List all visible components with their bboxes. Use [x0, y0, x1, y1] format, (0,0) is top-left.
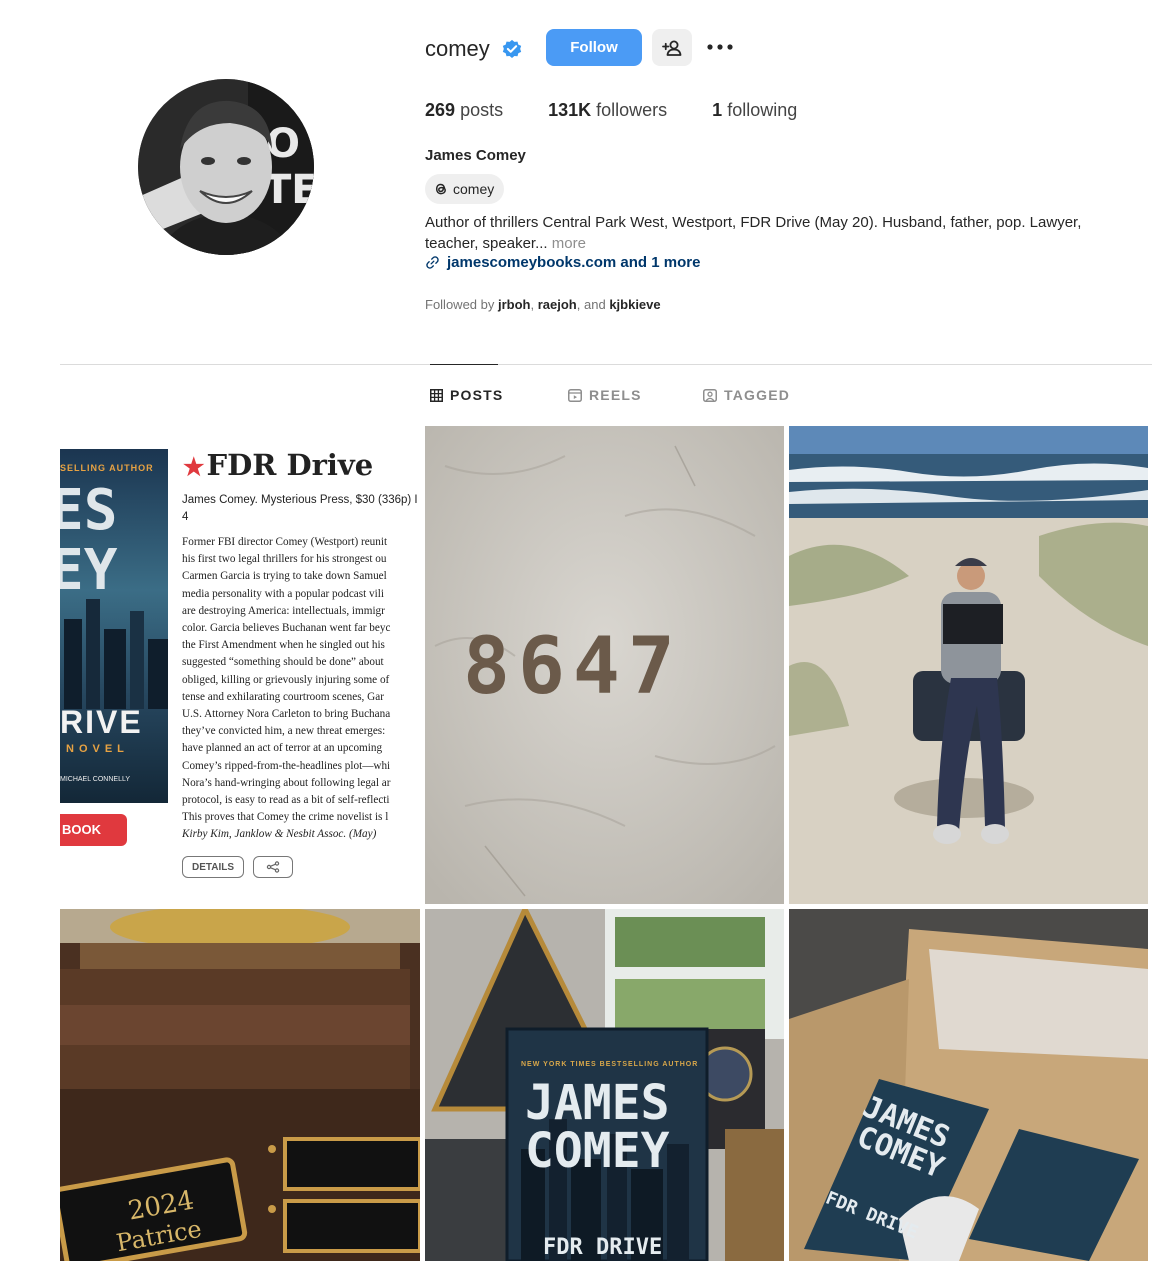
review-meta: James Comey. Mysterious Press, $30 (336p… — [182, 492, 418, 526]
post-book-desk[interactable]: NEW YORK TIMES BESTSELLING AUTHOR JAMES … — [425, 909, 784, 1261]
tab-reels-label: REELS — [589, 387, 642, 403]
followed-by[interactable]: Followed by jrboh, raejoh, and kjbkieve — [425, 297, 661, 312]
review-meta-line-2: 4 — [182, 511, 189, 523]
more-options-button[interactable] — [704, 33, 736, 61]
bio-line-1: Author of thrillers Central Park West, W… — [425, 214, 1082, 231]
followers-stat[interactable]: 131K followers — [548, 100, 667, 121]
active-tab-indicator — [430, 364, 498, 365]
review-line: This proves that Comey the crime novelis… — [182, 811, 389, 824]
review-agent-line: Kirby Kim, Janklow & Nesbit Assoc. (May) — [182, 828, 377, 841]
review-line: Former FBI director Comey (Westport) reu… — [182, 536, 388, 548]
threads-handle: comey — [453, 181, 495, 197]
review-share-button — [253, 856, 293, 878]
trophy-photo — [60, 909, 420, 1261]
review-title: ★FDR Drive — [183, 448, 373, 482]
followed-by-user-3: kjbkieve — [609, 297, 661, 312]
verified-badge-icon — [502, 39, 522, 58]
external-link[interactable]: jamescomeybooks.com and 1 more — [425, 254, 700, 271]
star-icon: ★ — [183, 452, 205, 481]
tab-posts-label: POSTS — [450, 387, 504, 403]
review-title-text: FDR Drive — [206, 448, 374, 482]
post-beach-reading[interactable] — [789, 426, 1148, 904]
tagged-icon — [703, 388, 717, 402]
review-line: Nora’s hand-wringing about following leg… — [182, 776, 391, 789]
review-line: color. Garcia believes Buchanan went far… — [182, 622, 391, 635]
bio-line-2: teacher, speaker... — [425, 235, 548, 252]
review-line: they’ve convicted him, a new threat emer… — [182, 725, 386, 738]
cover-blurb-text: MICHAEL CONNELLY — [60, 776, 131, 783]
post-sand-numbers[interactable]: 8647 — [425, 426, 784, 904]
followers-count: 131K — [548, 100, 592, 120]
posts-label: posts — [460, 100, 504, 120]
external-link-text: jamescomeybooks.com and 1 more — [447, 254, 701, 271]
following-count: 1 — [712, 100, 723, 120]
post-trophy-plaque[interactable]: 2024 Patrice — [60, 909, 420, 1261]
follow-button[interactable]: Follow — [546, 29, 642, 66]
cover-name-line-2: EY — [60, 538, 118, 603]
cover-subtitle-text: NOVEL — [66, 743, 129, 755]
followed-by-user-2: raejoh — [537, 297, 577, 312]
reels-icon — [568, 388, 582, 402]
profile-bio: Author of thrillers Central Park West, W… — [425, 212, 1145, 254]
book-author-line-2: COMEY — [525, 1123, 670, 1179]
grid-icon — [430, 388, 443, 402]
tabs-divider — [60, 364, 1152, 365]
book-title-text: FDR DRIVE — [543, 1235, 663, 1260]
suggested-accounts-button[interactable] — [652, 29, 692, 66]
review-line: obliged, killing or grievously injuring … — [182, 673, 390, 686]
tab-tagged[interactable]: TAGGED — [703, 387, 790, 403]
review-line: suggested “something should be done” abo… — [182, 656, 384, 669]
followers-label: followers — [596, 100, 668, 120]
book-top-text: NEW YORK TIMES BESTSELLING AUTHOR — [521, 1061, 699, 1068]
profile-avatar[interactable]: O TE — [138, 79, 314, 255]
more-dots-icon — [707, 44, 733, 50]
add-person-icon — [662, 40, 682, 56]
review-body: Former FBI director Comey (Westport) reu… — [182, 534, 420, 844]
tab-reels[interactable]: REELS — [568, 387, 642, 403]
cover-skyline — [64, 599, 168, 709]
review-line: the First Amendment when he singled out … — [182, 639, 385, 652]
following-label: following — [727, 100, 798, 120]
post-book-box[interactable]: JAMES COMEY FDR DRIVE — [789, 909, 1148, 1261]
review-line: protocol, is easy to read as a bit of se… — [182, 794, 390, 807]
following-stat[interactable]: 1 following — [712, 100, 797, 121]
cover-title-text: RIVE — [60, 704, 143, 740]
review-line: Carmen Garcia is trying to take down Sam… — [182, 570, 387, 583]
followed-by-user-1: jrboh — [498, 297, 531, 312]
posts-count: 269 — [425, 100, 456, 120]
book-cover-image: SELLING AUTHOR ES EY RIVE NOVEL MICHAEL … — [60, 449, 168, 803]
review-line: media personality with a popular podcast… — [182, 587, 384, 600]
threads-link[interactable]: comey — [425, 174, 505, 204]
tab-posts[interactable]: POSTS — [430, 387, 503, 403]
followed-by-prefix: Followed by — [425, 297, 495, 312]
review-line: U.S. Attorney Nora Carleton to bring Buc… — [182, 708, 391, 721]
review-line: tense and exhilarating courtroom scenes,… — [182, 690, 384, 703]
review-meta-line-1: James Comey. Mysterious Press, $30 (336p… — [182, 494, 418, 506]
cover-name-line-1: ES — [60, 478, 118, 543]
followed-by-and: and — [583, 297, 606, 312]
profile-full-name: James Comey — [425, 147, 526, 164]
review-details-button: DETAILS — [182, 856, 244, 878]
link-icon — [426, 256, 439, 269]
review-line: Comey’s ripped-from-the-headlines plot—w… — [182, 759, 391, 772]
review-line: have planned an act of terror at an upco… — [182, 742, 383, 755]
cover-top-text: SELLING AUTHOR — [60, 463, 154, 473]
sand-digits-text: 8647 — [463, 622, 683, 712]
tab-tagged-label: TAGGED — [724, 387, 791, 403]
profile-stats: 269 posts 131K followers 1 following — [425, 100, 842, 121]
profile-username: comey — [425, 36, 490, 61]
buy-book-button: BOOK — [60, 814, 127, 846]
bio-more-link[interactable]: more — [552, 235, 586, 252]
posts-stat: 269 posts — [425, 100, 503, 121]
post-review-fdr-drive[interactable]: SELLING AUTHOR ES EY RIVE NOVEL MICHAEL … — [60, 426, 420, 904]
beach-photo — [789, 426, 1148, 904]
threads-icon — [435, 183, 446, 195]
share-icon — [266, 861, 280, 873]
review-line: are destroying America: intellectuals, i… — [182, 604, 385, 617]
review-line: his first two legal thrillers for his st… — [182, 553, 387, 566]
